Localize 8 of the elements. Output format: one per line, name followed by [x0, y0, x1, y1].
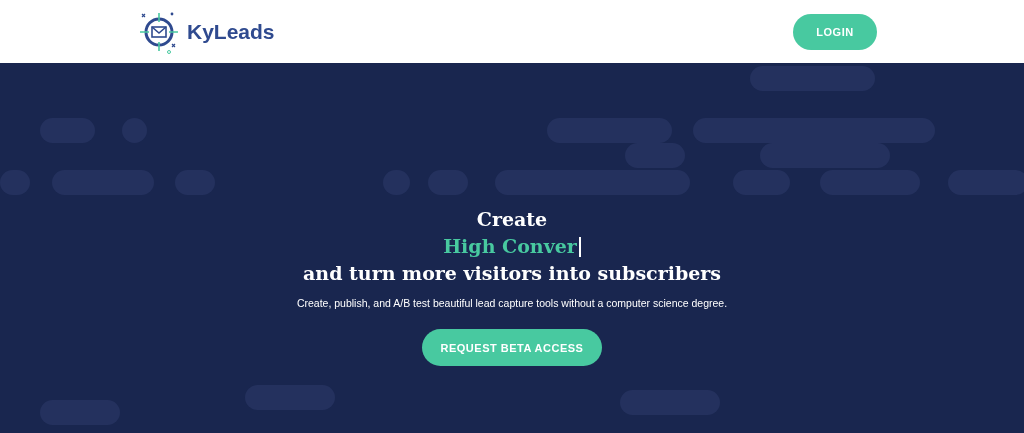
brand-name: KyLeads — [187, 19, 275, 44]
text-cursor — [578, 236, 581, 257]
login-button[interactable]: LOGIN — [793, 13, 877, 50]
hero-title: Create — [476, 207, 548, 232]
hero-title: and turn more visitors into subscribers — [303, 261, 721, 286]
hero-subtitle: Create, publish, and A/B test beautiful lead capture tools without a computer science degree. — [296, 297, 728, 309]
typed-text: High Conver — [443, 234, 577, 259]
request-access-button[interactable]: REQUEST BETA ACCESS — [422, 329, 602, 366]
